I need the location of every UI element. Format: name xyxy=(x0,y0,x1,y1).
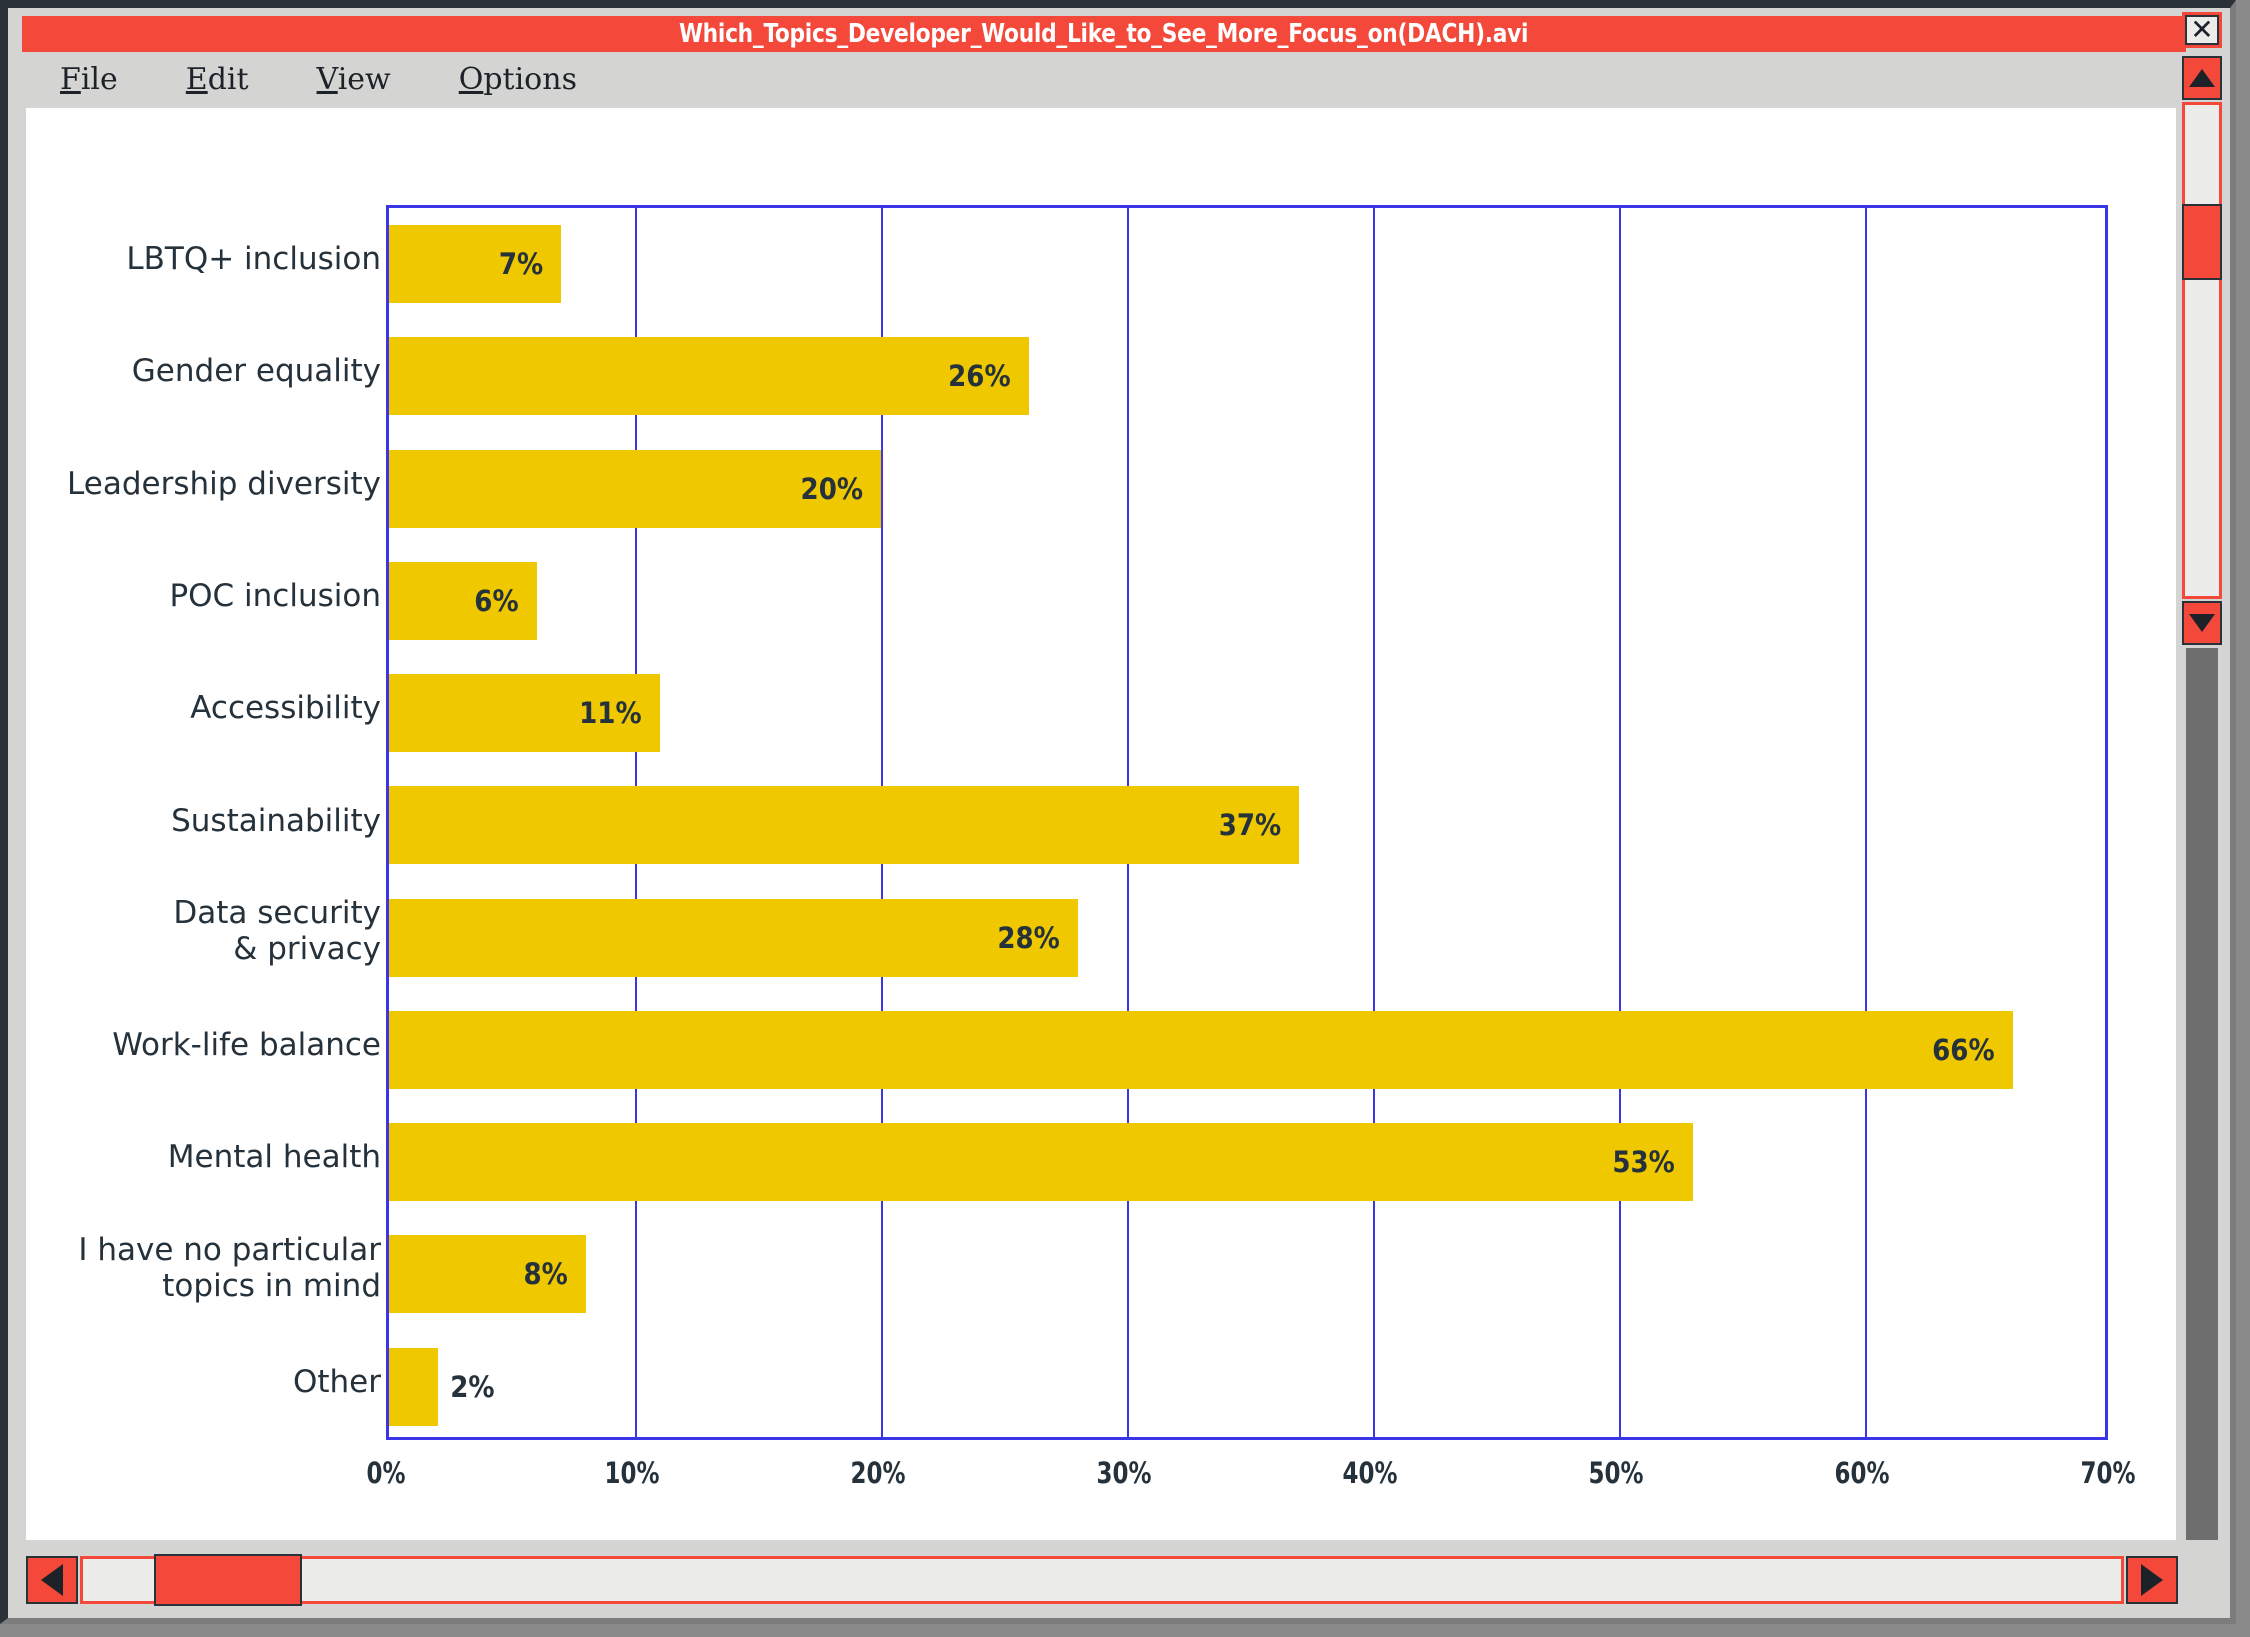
bar[interactable] xyxy=(389,1347,439,1426)
x-tick-label: 0% xyxy=(366,1456,406,1490)
bar-value-label: 20% xyxy=(800,471,863,506)
x-tick-label: 40% xyxy=(1342,1456,1398,1490)
chevron-up-icon xyxy=(2189,69,2215,87)
vertical-scroll-track[interactable] xyxy=(2182,102,2222,599)
bar-value-label: 37% xyxy=(1218,808,1282,843)
horizontal-scroll-thumb[interactable] xyxy=(154,1554,302,1606)
horizontal-scroll-track[interactable] xyxy=(80,1556,2124,1604)
bar-row: 7% xyxy=(389,208,2105,320)
close-icon: ✕ xyxy=(2185,15,2219,45)
bar-row: 2% xyxy=(389,1331,2105,1443)
menu-item-edit[interactable]: Edit xyxy=(186,62,249,97)
menu-accel-edit: E xyxy=(185,61,208,97)
bar-value-label: 66% xyxy=(1932,1032,1995,1067)
category-label: Accessibility xyxy=(190,690,381,727)
x-tick-label: 60% xyxy=(1834,1456,1890,1490)
bar-value-label: 6% xyxy=(474,583,519,618)
category-label: POC inclusion xyxy=(169,577,381,614)
category-label: Sustainability xyxy=(171,802,381,839)
menu-label-options: ptions xyxy=(483,61,577,97)
category-label: Other xyxy=(292,1363,381,1400)
bar-row: 66% xyxy=(389,994,2105,1106)
menu-label-view: iew xyxy=(337,61,391,97)
bar-row: 6% xyxy=(389,545,2105,657)
x-tick-label: 70% xyxy=(2080,1456,2136,1490)
category-label: I have no particular topics in mind xyxy=(78,1231,381,1305)
menu-label-file: ile xyxy=(80,61,118,97)
category-label: Work-life balance xyxy=(112,1027,381,1064)
vertical-scrollbar-filler xyxy=(2186,648,2218,1540)
bar-value-label: 8% xyxy=(523,1257,568,1292)
bar-value-label: 28% xyxy=(997,920,1060,955)
scroll-left-button[interactable] xyxy=(26,1556,78,1604)
bar-row: 53% xyxy=(389,1106,2105,1218)
category-label: Gender equality xyxy=(131,353,381,390)
chevron-down-icon xyxy=(2189,614,2215,632)
x-tick-label: 20% xyxy=(850,1456,906,1490)
window-title: Which_Topics_Developer_Would_Like_to_See… xyxy=(679,19,1529,49)
x-tick-label: 30% xyxy=(1096,1456,1152,1490)
category-label: Data security & privacy xyxy=(173,894,381,968)
menu-item-view[interactable]: View xyxy=(317,62,391,97)
menu-item-options[interactable]: Options xyxy=(459,62,577,97)
bar-row: 11% xyxy=(389,657,2105,769)
scroll-down-button[interactable] xyxy=(2182,601,2222,645)
category-label: Leadership diversity xyxy=(67,465,381,502)
category-label: Mental health xyxy=(167,1139,381,1176)
horizontal-scrollbar[interactable] xyxy=(26,1554,2178,1606)
menu-accel-view: V xyxy=(316,61,338,97)
bar-value-label: 2% xyxy=(450,1369,495,1404)
chart-canvas: 7% 26% 20% 6% 11% 37% 28% 66% 53% 8% 2% LBTQ+ incl… xyxy=(26,108,2176,1540)
application-window: Which_Topics_Developer_Would_Like_to_See… xyxy=(0,0,2236,1624)
x-tick-label: 10% xyxy=(604,1456,660,1490)
category-label: LBTQ+ inclusion xyxy=(126,241,381,278)
scroll-right-button[interactable] xyxy=(2126,1556,2178,1604)
bar-row: 28% xyxy=(389,882,2105,994)
menu-accel-options: O xyxy=(458,61,484,97)
chevron-left-icon xyxy=(41,1564,63,1596)
x-tick-label: 50% xyxy=(1588,1456,1644,1490)
plot-area: 7% 26% 20% 6% 11% 37% 28% 66% 53% 8% 2% xyxy=(386,205,2108,1440)
close-button[interactable]: ✕ xyxy=(2182,12,2222,48)
bar-value-label: 7% xyxy=(498,247,544,281)
bar-value-label: 53% xyxy=(1612,1145,1675,1180)
bar-row: 8% xyxy=(389,1218,2105,1330)
menu-bar: File Edit View Options xyxy=(22,56,2186,102)
bar-row: 37% xyxy=(389,769,2105,881)
vertical-scroll-thumb[interactable] xyxy=(2182,204,2222,280)
bar-value-label: 26% xyxy=(948,359,1011,394)
menu-accel-file: F xyxy=(60,61,81,97)
vertical-scrollbar[interactable] xyxy=(2182,56,2222,1540)
bar-value-label: 11% xyxy=(579,696,642,731)
menu-item-file[interactable]: File xyxy=(60,62,118,97)
menu-label-edit: dit xyxy=(207,61,249,97)
bar-row: 26% xyxy=(389,320,2105,432)
chevron-right-icon xyxy=(2141,1564,2163,1596)
title-bar: Which_Topics_Developer_Would_Like_to_See… xyxy=(22,16,2186,52)
scroll-up-button[interactable] xyxy=(2182,56,2222,100)
bar-row: 20% xyxy=(389,433,2105,545)
